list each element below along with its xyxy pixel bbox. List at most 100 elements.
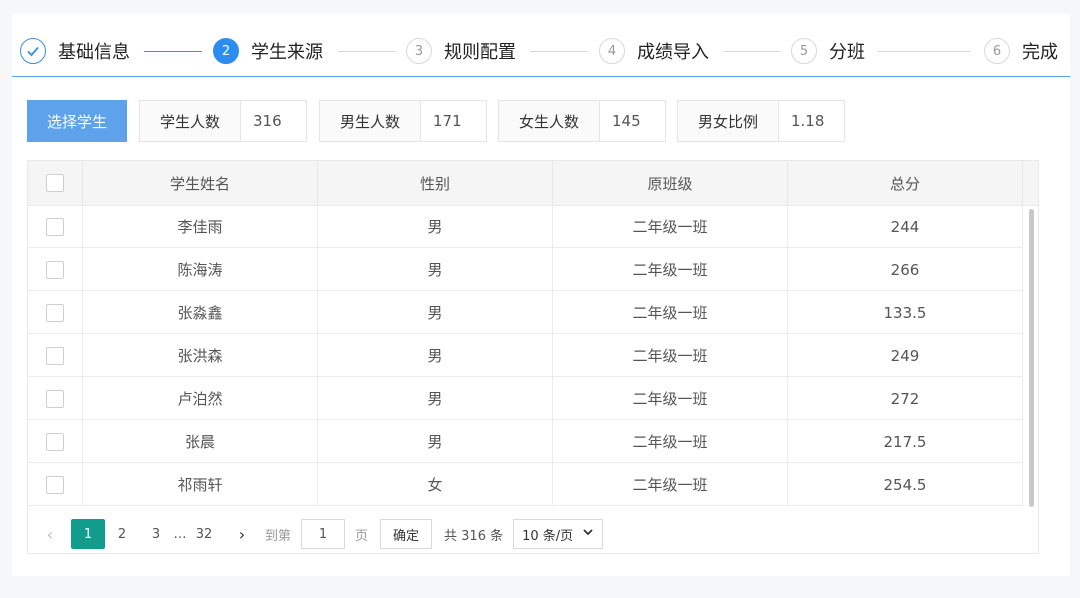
row-checkbox[interactable] — [46, 303, 64, 322]
step-number: 6 — [984, 38, 1010, 64]
stat-label: 女生人数 — [499, 101, 600, 141]
stat-label: 学生人数 — [140, 101, 241, 141]
row-select-cell — [28, 205, 83, 248]
step-number: 2 — [213, 38, 239, 64]
step-score-import[interactable]: 4 成绩导入 — [599, 36, 709, 66]
table-row[interactable]: 李佳雨男二年级一班 244 — [28, 205, 1023, 248]
header-student-name[interactable]: 学生姓名 — [83, 161, 318, 205]
page-3[interactable]: 3 — [139, 519, 173, 549]
cell-gender: 女 — [318, 463, 553, 506]
stat-value: 145 — [612, 112, 641, 130]
cell-student-name: 卢泊然 — [83, 377, 318, 420]
step-rule-config[interactable]: 3 规则配置 — [406, 36, 516, 66]
row-select-cell — [28, 248, 83, 291]
step-class-division[interactable]: 5 分班 — [791, 36, 865, 66]
step-connector — [338, 51, 396, 52]
cell-gender: 男 — [318, 334, 553, 377]
step-finish[interactable]: 6 完成 — [984, 36, 1058, 66]
cell-total-score: 266 — [788, 248, 1023, 291]
header-original-class[interactable]: 原班级 — [553, 161, 788, 205]
row-select-cell — [28, 377, 83, 420]
cell-original-class: 二年级一班 — [553, 463, 788, 506]
step-connector — [878, 51, 970, 52]
step-number: 3 — [406, 38, 432, 64]
page-size-select[interactable]: 10 条/页 — [513, 519, 604, 549]
chevron-down-icon — [582, 526, 594, 542]
row-checkbox[interactable] — [46, 217, 64, 236]
prev-page-icon[interactable]: ‹ — [35, 519, 65, 549]
table-row[interactable]: 祁雨轩女二年级一班 254.5 — [28, 463, 1023, 506]
header-gender[interactable]: 性别 — [318, 161, 553, 205]
page-ellipsis[interactable]: … — [173, 519, 187, 549]
total-count: 共 316 条 — [444, 528, 504, 544]
select-all-checkbox[interactable] — [46, 174, 64, 192]
cell-total-score: 249 — [788, 334, 1023, 377]
row-select-cell — [28, 420, 83, 463]
page-last[interactable]: 32 — [187, 519, 221, 549]
header-total-score[interactable]: 总分 — [788, 161, 1023, 205]
page-1[interactable]: 1 — [71, 519, 105, 549]
stat-value: 1.18 — [791, 112, 825, 130]
cell-gender: 男 — [318, 205, 553, 248]
goto-page-input[interactable]: 1 — [301, 519, 346, 549]
cell-total-score: 217.5 — [788, 420, 1023, 463]
cell-gender: 男 — [318, 248, 553, 291]
stat-male-students: 男生人数 171 — [319, 100, 487, 142]
cell-student-name: 祁雨轩 — [83, 463, 318, 506]
row-checkbox[interactable] — [46, 432, 64, 451]
stat-label: 男生人数 — [320, 101, 421, 141]
pagination: ‹ 1 2 3 … 32 › 到第 1 页 确定 共 316 条 10 条/页 — [27, 514, 1039, 554]
cell-original-class: 二年级一班 — [553, 205, 788, 248]
step-label: 成绩导入 — [637, 42, 709, 63]
next-page-icon[interactable]: › — [227, 519, 257, 549]
step-label: 完成 — [1022, 42, 1058, 63]
student-table: 学生姓名 性别 原班级 总分 李佳雨男二年级一班 244 陈海涛男二年级一班 266 张… — [27, 160, 1039, 554]
step-label: 基础信息 — [58, 42, 130, 63]
cell-student-name: 张晨 — [83, 420, 318, 463]
cell-original-class: 二年级一班 — [553, 377, 788, 420]
step-number: 4 — [599, 38, 625, 64]
row-checkbox[interactable] — [46, 260, 64, 279]
table-row[interactable]: 陈海涛男二年级一班 266 — [28, 248, 1023, 291]
row-checkbox[interactable] — [46, 346, 64, 365]
goto-label: 到第 — [265, 528, 292, 544]
step-connector — [723, 51, 781, 52]
row-checkbox[interactable] — [46, 389, 64, 408]
cell-original-class: 二年级一班 — [553, 420, 788, 463]
cell-gender: 男 — [318, 420, 553, 463]
cell-total-score: 244 — [788, 205, 1023, 248]
cell-total-score: 272 — [788, 377, 1023, 420]
step-student-source[interactable]: 2 学生来源 — [213, 36, 323, 66]
table-row[interactable]: 卢泊然男二年级一班 272 — [28, 377, 1023, 420]
stat-gender-ratio: 男女比例 1.18 — [677, 100, 845, 142]
stat-value: 316 — [253, 112, 282, 130]
table-row[interactable]: 张洪森男二年级一班 249 — [28, 334, 1023, 377]
table-body: 李佳雨男二年级一班 244 陈海涛男二年级一班 266 张淼鑫男二年级一班 133.5 张洪… — [28, 205, 1023, 506]
table-row[interactable]: 张晨男二年级一班 217.5 — [28, 420, 1023, 463]
cell-student-name: 陈海涛 — [83, 248, 318, 291]
cell-student-name: 张淼鑫 — [83, 291, 318, 334]
step-basic-info[interactable]: 基础信息 — [20, 36, 130, 66]
table-header: 学生姓名 性别 原班级 总分 — [28, 161, 1038, 206]
step-connector — [530, 51, 588, 52]
header-select-all — [28, 161, 83, 205]
step-connector — [144, 51, 202, 52]
main-card: 基础信息 2 学生来源 3 规则配置 4 成绩导入 5 分班 6 完成 选择学生 — [12, 14, 1070, 576]
stat-label: 男女比例 — [678, 101, 779, 141]
step-number: 5 — [791, 38, 817, 64]
steps-bar: 基础信息 2 学生来源 3 规则配置 4 成绩导入 5 分班 6 完成 — [12, 14, 1070, 77]
cell-original-class: 二年级一班 — [553, 248, 788, 291]
goto-confirm-button[interactable]: 确定 — [380, 519, 433, 549]
cell-gender: 男 — [318, 291, 553, 334]
table-row[interactable]: 张淼鑫男二年级一班 133.5 — [28, 291, 1023, 334]
page-size-value: 10 条/页 — [522, 528, 574, 544]
step-label: 学生来源 — [251, 42, 323, 63]
cell-original-class: 二年级一班 — [553, 334, 788, 377]
step-label: 分班 — [829, 42, 865, 63]
table-scrollbar[interactable] — [1029, 209, 1034, 507]
cell-student-name: 张洪森 — [83, 334, 318, 377]
select-students-button[interactable]: 选择学生 — [27, 100, 127, 142]
page-2[interactable]: 2 — [105, 519, 139, 549]
row-checkbox[interactable] — [46, 475, 64, 494]
cell-student-name: 李佳雨 — [83, 205, 318, 248]
